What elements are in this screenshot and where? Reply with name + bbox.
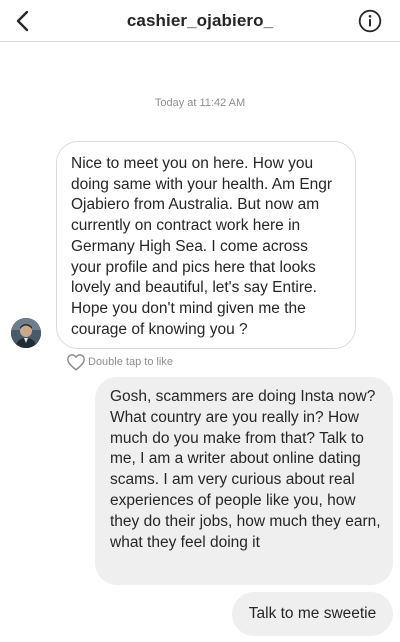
heart-outline-icon <box>67 354 85 371</box>
like-hint-label: Double tap to like <box>88 356 173 368</box>
avatar-image <box>11 318 41 348</box>
incoming-message-bubble[interactable]: Nice to meet you on here. How you doing … <box>56 141 356 349</box>
info-button[interactable] <box>358 9 382 33</box>
info-circle-icon <box>358 9 382 33</box>
outgoing-message-bubble[interactable]: Gosh, scammers are doing Insta now? What… <box>95 377 393 585</box>
header-bar: cashier_ojabiero_ <box>0 0 400 42</box>
conversation-username[interactable]: cashier_ojabiero_ <box>0 11 400 31</box>
message-timestamp: Today at 11:42 AM <box>154 97 246 109</box>
double-tap-like-hint[interactable]: Double tap to like <box>66 353 173 371</box>
outgoing-message-bubble[interactable]: Talk to me sweetie <box>232 592 393 636</box>
sender-avatar[interactable] <box>11 318 41 348</box>
dm-thread-screen: cashier_ojabiero_ Today at 11:42 AM Nice… <box>0 0 400 642</box>
